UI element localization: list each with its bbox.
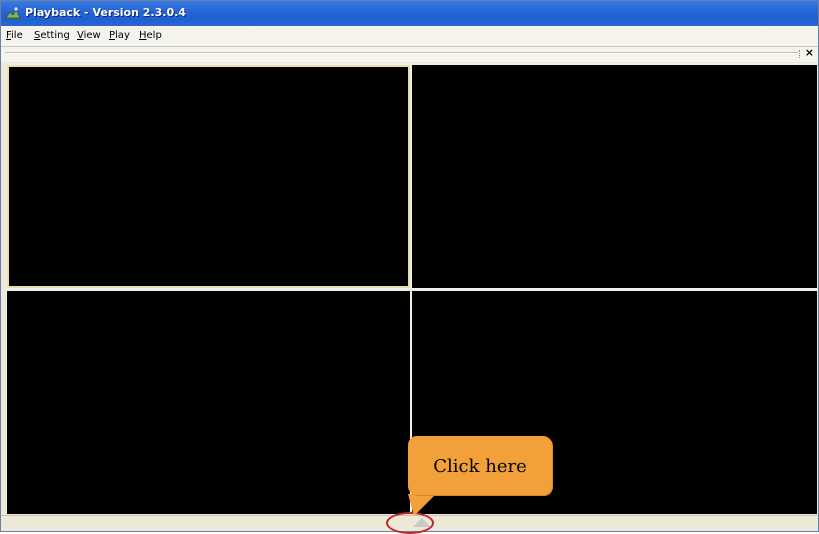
- menu-view-label: iew: [83, 30, 101, 41]
- menu-view[interactable]: View: [77, 30, 101, 41]
- callout-bubble: Click here: [408, 436, 552, 495]
- menu-help[interactable]: Help: [139, 30, 162, 41]
- title-bar[interactable]: Playback - Version 2.3.0.4: [1, 1, 818, 26]
- menu-help-mnemonic: H: [139, 30, 147, 41]
- playback-app-icon: [5, 7, 21, 20]
- video-pane-3[interactable]: [7, 291, 410, 514]
- toolbar-divider: [5, 52, 798, 54]
- menu-bar: File Setting View Play Help: [1, 26, 818, 46]
- video-pane-2[interactable]: [412, 65, 817, 288]
- menu-view-mnemonic: V: [77, 30, 84, 41]
- grip-handle[interactable]: [799, 50, 802, 58]
- menu-setting-label: etting: [40, 30, 70, 41]
- window-title: Playback - Version 2.3.0.4: [25, 6, 186, 19]
- menu-setting[interactable]: Setting: [34, 30, 70, 41]
- close-icon[interactable]: ×: [805, 46, 814, 59]
- video-pane-1[interactable]: [7, 65, 410, 288]
- menu-file[interactable]: File: [6, 30, 23, 41]
- callout-text: Click here: [433, 456, 527, 477]
- menu-play[interactable]: Play: [109, 30, 130, 41]
- menu-file-label: ile: [11, 30, 23, 41]
- toolbar-strip: ×: [1, 46, 818, 62]
- callout-tail: [408, 494, 436, 516]
- menu-play-label: lay: [115, 30, 130, 41]
- menu-help-label: elp: [146, 30, 162, 41]
